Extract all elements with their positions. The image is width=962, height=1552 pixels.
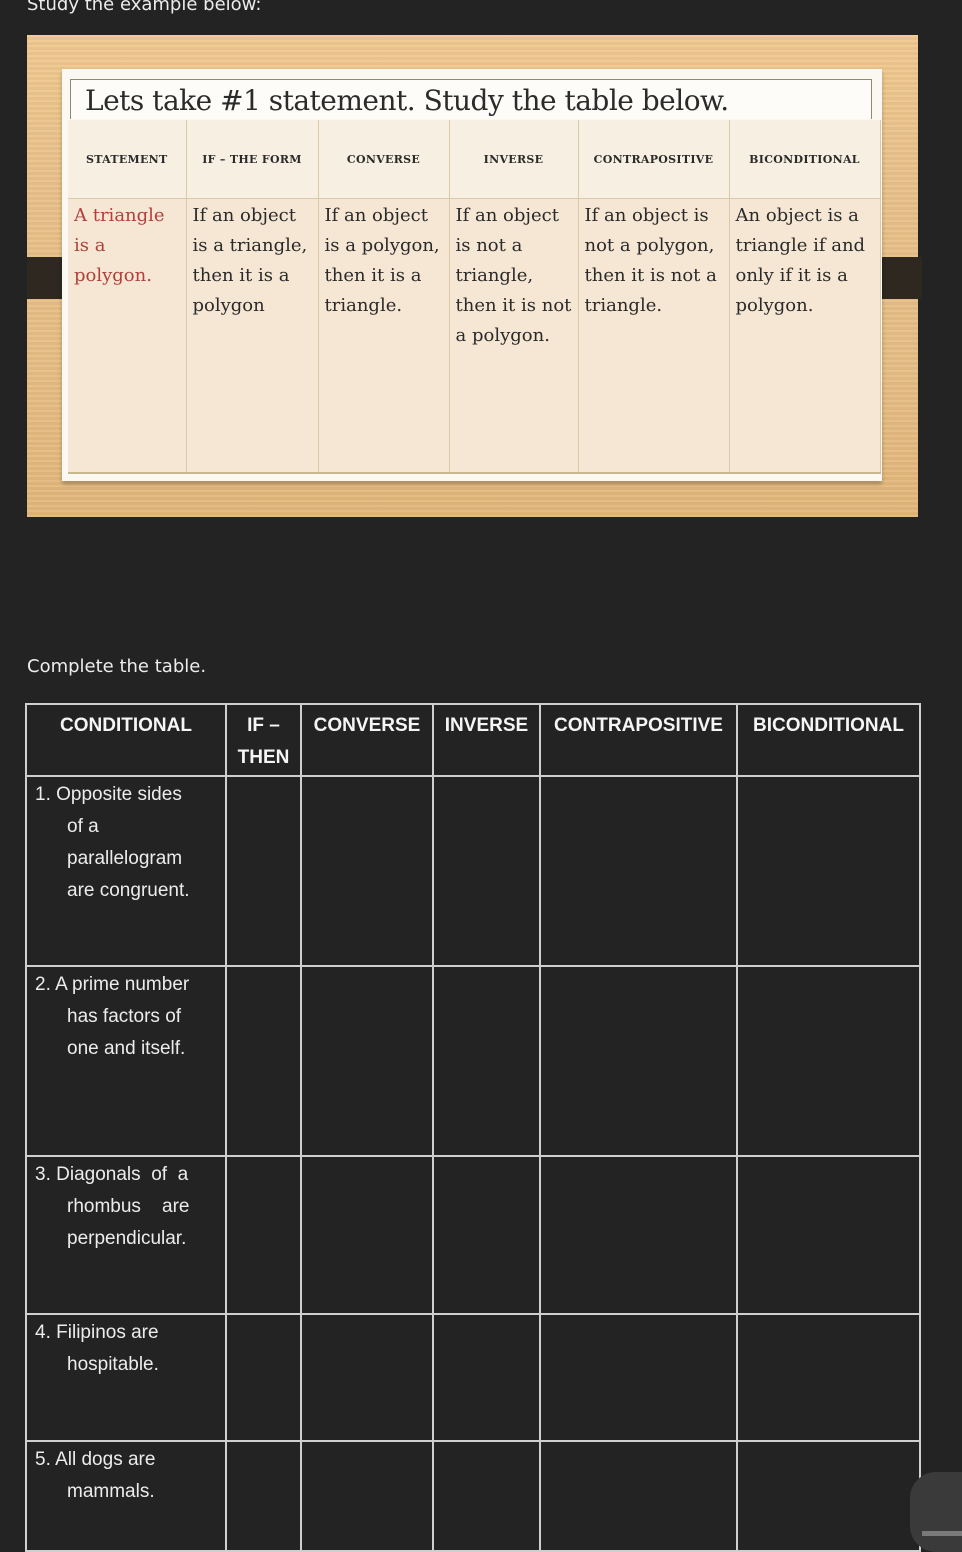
worksheet-header-inverse: INVERSE xyxy=(432,703,541,777)
statement-line: perpendicular. xyxy=(67,1228,187,1249)
answer-cell-converse[interactable] xyxy=(300,1313,434,1442)
answer-cell-contrapositive[interactable] xyxy=(539,1440,738,1552)
answer-cell-contrapositive[interactable] xyxy=(539,775,738,967)
intro-text: Study the example below: xyxy=(27,0,262,15)
example-statement: A triangle is a polygon. xyxy=(68,198,187,474)
statement-first-line: 3. Diagonals of a xyxy=(35,1159,219,1191)
statement-line: hospitable. xyxy=(67,1354,159,1375)
example-header-biconditional: BICONDITIONAL xyxy=(729,120,881,199)
answer-cell-inverse[interactable] xyxy=(432,1313,541,1442)
statement-number: 1. xyxy=(35,784,51,805)
answer-cell-inverse[interactable] xyxy=(432,1155,541,1315)
answer-cell-biconditional[interactable] xyxy=(736,1440,921,1552)
example-converse: If an object is a polygon, then it is a … xyxy=(318,198,450,474)
worksheet-row: 3. Diagonals of a rhombus are perpendicula… xyxy=(25,1155,921,1315)
answer-cell-if-then[interactable] xyxy=(225,1155,302,1315)
statement-text: Filipinos are xyxy=(56,1322,159,1343)
statement-line: mammals. xyxy=(67,1481,155,1502)
answer-cell-if-then[interactable] xyxy=(225,965,302,1157)
conditional-statement: 2. A prime number has factors of one and i… xyxy=(25,965,227,1157)
worksheet-table: CONDITIONAL IF – THEN CONVERSE INVERSE C… xyxy=(25,703,921,1552)
example-header-row: STATEMENT IF – THE FORM CONVERSE INVERSE… xyxy=(68,120,881,199)
answer-cell-biconditional[interactable] xyxy=(736,1313,921,1442)
answer-cell-converse[interactable] xyxy=(300,775,434,967)
statement-line: of a xyxy=(67,816,99,837)
statement-first-line: 1. Opposite sides xyxy=(35,779,219,811)
worksheet-header-conditional: CONDITIONAL xyxy=(25,703,227,777)
statement-first-line: 4. Filipinos are xyxy=(35,1317,219,1349)
worksheet-row: 5. All dogs are mammals. xyxy=(25,1440,921,1552)
slide-tab-right xyxy=(880,257,922,299)
statement-text: All dogs are xyxy=(55,1449,156,1470)
example-title: Lets take #1 statement. Study the table … xyxy=(70,79,872,119)
example-header-if-then: IF – THE FORM xyxy=(186,120,319,199)
statement-line: parallelogram xyxy=(67,848,183,869)
answer-cell-biconditional[interactable] xyxy=(736,965,921,1157)
example-header-converse: CONVERSE xyxy=(318,120,450,199)
worksheet-header-biconditional: BICONDITIONAL xyxy=(736,703,921,777)
statement-number: 5. xyxy=(35,1449,51,1470)
answer-cell-if-then[interactable] xyxy=(225,775,302,967)
statement-line: rhombus are xyxy=(67,1196,190,1217)
example-contrapositive: If an object is not a polygon, then it i… xyxy=(578,198,730,474)
worksheet-header-if-then: IF – THEN xyxy=(225,703,302,777)
instruction-text: Complete the table. xyxy=(27,656,207,677)
answer-cell-inverse[interactable] xyxy=(432,775,541,967)
conditional-statement: 1. Opposite sides of a parallelogram are co… xyxy=(25,775,227,967)
answer-cell-inverse[interactable] xyxy=(432,965,541,1157)
statement-text: Opposite sides xyxy=(56,784,182,805)
answer-cell-converse[interactable] xyxy=(300,965,434,1157)
example-biconditional: An object is a triangle if and only if i… xyxy=(729,198,881,474)
example-header-contrapositive: CONTRAPOSITIVE xyxy=(578,120,730,199)
worksheet-header-converse: CONVERSE xyxy=(300,703,434,777)
worksheet-row: 1. Opposite sides of a parallelogram are co… xyxy=(25,775,921,967)
worksheet-header-row: CONDITIONAL IF – THEN CONVERSE INVERSE C… xyxy=(25,703,921,777)
answer-cell-biconditional[interactable] xyxy=(736,775,921,967)
answer-cell-converse[interactable] xyxy=(300,1155,434,1315)
statement-line: are congruent. xyxy=(67,880,190,901)
answer-cell-contrapositive[interactable] xyxy=(539,1155,738,1315)
conditional-statement: 5. All dogs are mammals. xyxy=(25,1440,227,1552)
answer-cell-biconditional[interactable] xyxy=(736,1155,921,1315)
home-indicator xyxy=(922,1531,962,1536)
statement-text: Diagonals of a xyxy=(56,1164,189,1185)
statement-line: has factors of xyxy=(67,1006,182,1027)
statement-first-line: 5. All dogs are xyxy=(35,1444,219,1476)
statement-number: 4. xyxy=(35,1322,51,1343)
conditional-statement: 4. Filipinos are hospitable. xyxy=(25,1313,227,1442)
example-row: A triangle is a polygon. If an object is… xyxy=(68,198,881,474)
conditional-statement: 3. Diagonals of a rhombus are perpendicula… xyxy=(25,1155,227,1315)
answer-cell-if-then[interactable] xyxy=(225,1313,302,1442)
answer-cell-inverse[interactable] xyxy=(432,1440,541,1552)
statement-text: A prime number xyxy=(55,974,190,995)
example-header-statement: STATEMENT xyxy=(68,120,187,199)
example-header-inverse: INVERSE xyxy=(449,120,579,199)
answer-cell-converse[interactable] xyxy=(300,1440,434,1552)
example-card: Lets take #1 statement. Study the table … xyxy=(62,69,882,481)
worksheet-row: 4. Filipinos are hospitable. xyxy=(25,1313,921,1442)
answer-cell-contrapositive[interactable] xyxy=(539,1313,738,1442)
statement-number: 3. xyxy=(35,1164,51,1185)
floating-action-button[interactable] xyxy=(910,1472,962,1552)
example-table: STATEMENT IF – THE FORM CONVERSE INVERSE… xyxy=(68,120,881,474)
worksheet-header-contrapositive: CONTRAPOSITIVE xyxy=(539,703,738,777)
example-if-then: If an object is a triangle, then it is a… xyxy=(186,198,319,474)
statement-line: one and itself. xyxy=(67,1038,186,1059)
statement-first-line: 2. A prime number xyxy=(35,969,219,1001)
example-inverse: If an object is not a triangle, then it … xyxy=(449,198,579,474)
answer-cell-contrapositive[interactable] xyxy=(539,965,738,1157)
answer-cell-if-then[interactable] xyxy=(225,1440,302,1552)
statement-number: 2. xyxy=(35,974,51,995)
worksheet-row: 2. A prime number has factors of one and i… xyxy=(25,965,921,1157)
